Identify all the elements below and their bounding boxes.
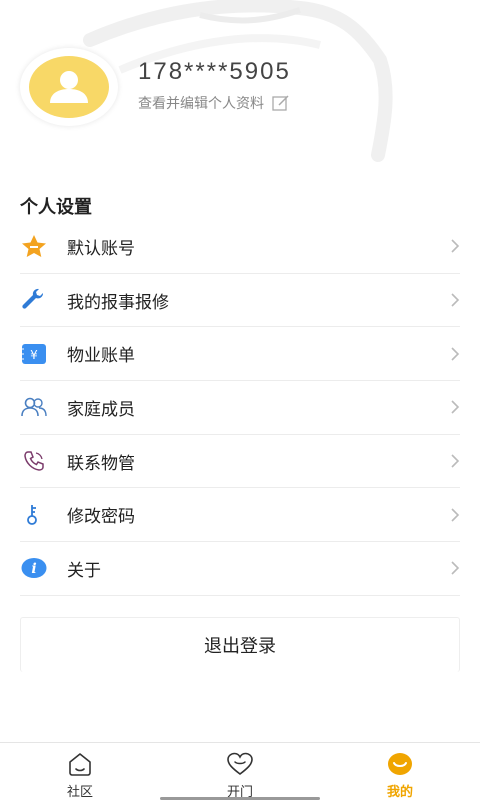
menu-item-change-password[interactable]: 修改密码 [20,488,460,543]
menu-item-label: 联系物管 [67,453,135,474]
chevron-right-icon [440,238,460,254]
phone-icon [20,447,48,475]
tab-community[interactable]: 社区 [0,743,160,800]
profile-header: 178****5905 查看并编辑个人资料 [0,0,480,170]
wrench-icon [20,286,48,314]
family-icon [20,393,48,421]
smile-icon [387,751,413,777]
edit-profile-label: 查看并编辑个人资料 [138,96,264,112]
tab-label: 我的 [386,785,413,800]
svg-text:i: i [31,561,36,577]
svg-text:¥: ¥ [30,348,38,362]
menu-item-repairs[interactable]: 我的报事报修 [20,274,460,328]
tab-bar: 社区 开门 我的 [0,742,480,800]
tab-mine[interactable]: 我的 [320,743,480,800]
menu-item-label: 修改密码 [67,507,135,528]
edit-profile-link[interactable]: 查看并编辑个人资料 [138,93,290,113]
section-title: 个人设置 [20,197,92,218]
phone-number: 178****5905 [138,58,291,85]
chevron-right-icon [440,560,460,576]
user-icon [50,71,88,103]
edit-icon [272,95,290,111]
tab-label: 社区 [66,785,93,800]
chevron-right-icon [440,346,460,362]
home-icon [67,751,93,777]
chevron-right-icon [440,292,460,308]
menu-item-contact-management[interactable]: 联系物管 [20,435,460,489]
menu-item-family[interactable]: 家庭成员 [20,381,460,435]
menu-item-label: 我的报事报修 [67,292,169,313]
avatar[interactable] [20,48,118,126]
menu-item-property-bill[interactable]: ¥ 物业账单 [20,327,460,382]
settings-menu: 默认账号 我的报事报修 ¥ 物业账单 家庭成员 联系物管 修改密码 i 关于 [20,220,460,596]
key-icon [20,501,48,529]
chevron-right-icon [440,399,460,415]
menu-item-label: 物业账单 [67,346,135,367]
bill-icon: ¥ [20,340,48,368]
info-icon: i [20,554,48,582]
heart-icon [226,751,254,777]
avatar-image [29,56,109,118]
chevron-right-icon [440,507,460,523]
menu-item-default-account[interactable]: 默认账号 [20,220,460,274]
menu-item-label: 关于 [67,560,101,581]
logout-button[interactable]: 退出登录 [20,617,460,672]
star-icon [20,232,48,260]
chevron-right-icon [440,453,460,469]
menu-item-label: 家庭成员 [67,399,135,420]
menu-item-label: 默认账号 [67,238,135,259]
tab-open-door[interactable]: 开门 [160,743,320,800]
menu-item-about[interactable]: i 关于 [20,542,460,596]
